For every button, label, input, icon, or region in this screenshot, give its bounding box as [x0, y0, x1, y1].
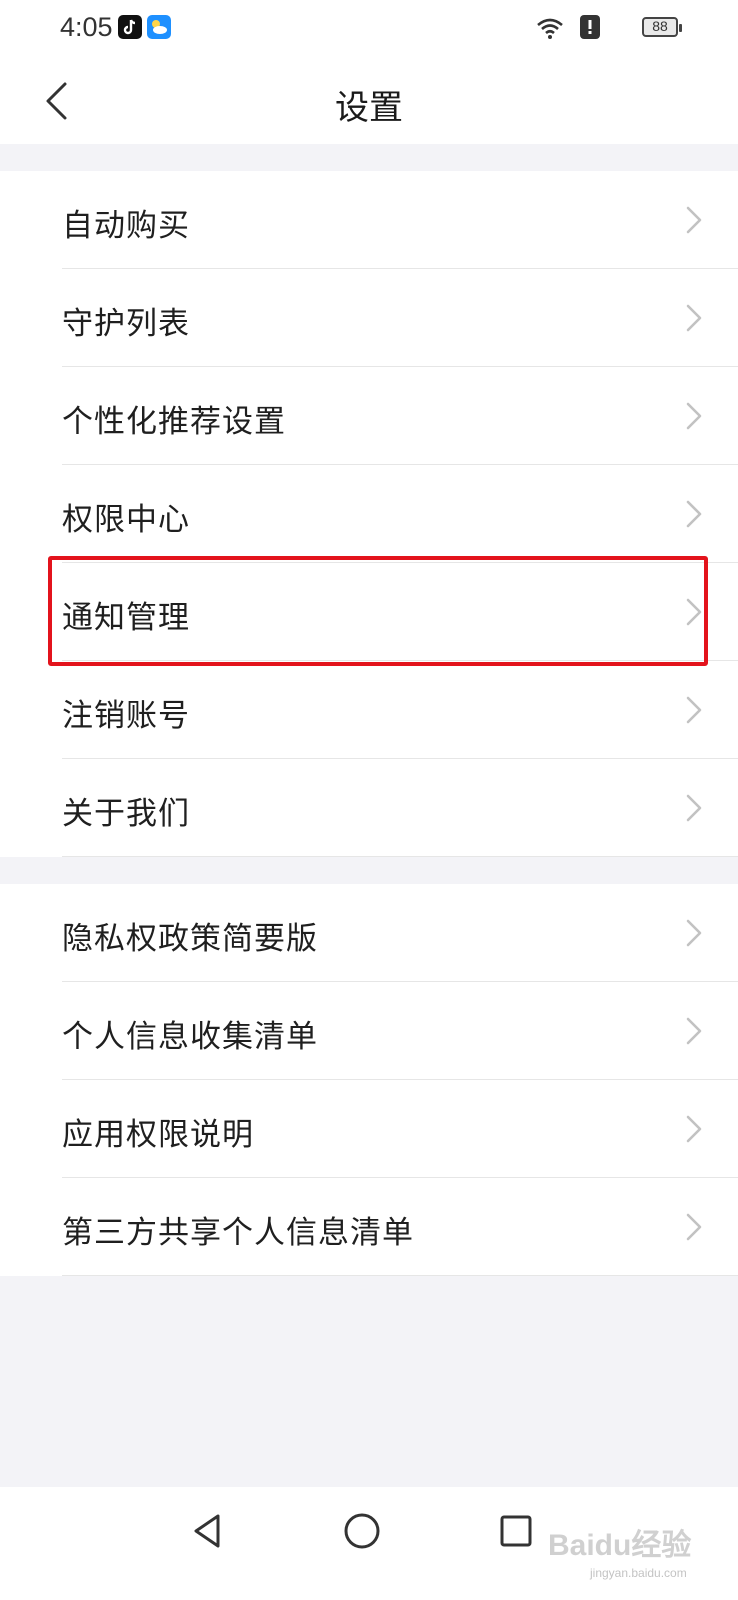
wifi-icon [536, 16, 564, 44]
weather-icon [147, 15, 171, 39]
watermark: Baidu经验 [548, 1529, 692, 1562]
chevron-right-icon [684, 303, 704, 333]
settings-item-about-us[interactable]: 关于我们 [0, 759, 738, 857]
settings-item-label: 关于我们 [62, 796, 190, 832]
settings-item-label: 自动购买 [62, 208, 190, 244]
settings-item-delete-account[interactable]: 注销账号 [0, 661, 738, 759]
alert-icon [580, 15, 600, 39]
divider [62, 1275, 738, 1276]
settings-item-label: 个人信息收集清单 [62, 1019, 318, 1055]
settings-item-label: 隐私权政策简要版 [62, 921, 318, 957]
chevron-right-icon [684, 695, 704, 725]
settings-item-personalized-recommendation[interactable]: 个性化推荐设置 [0, 367, 738, 465]
battery-level: 88 [652, 18, 668, 34]
watermark-url: jingyan.baidu.com [590, 1566, 687, 1580]
settings-item-personal-info-collection-list[interactable]: 个人信息收集清单 [0, 982, 738, 1080]
chevron-right-icon [684, 1016, 704, 1046]
chevron-right-icon [684, 1114, 704, 1144]
back-triangle-icon[interactable] [186, 1509, 230, 1553]
settings-group-2: 隐私权政策简要版 个人信息收集清单 应用权限说明 第三方共享个人信息清单 [0, 884, 738, 1276]
settings-item-third-party-sharing-list[interactable]: 第三方共享个人信息清单 [0, 1178, 738, 1276]
chevron-right-icon [684, 793, 704, 823]
settings-item-notification-management[interactable]: 通知管理 [0, 563, 738, 661]
settings-item-label: 权限中心 [62, 502, 190, 538]
settings-group-1: 自动购买 守护列表 个性化推荐设置 权限中心 通知管理 注销账号 关于我们 [0, 171, 738, 857]
header: 设置 [0, 58, 738, 144]
home-circle-icon[interactable] [340, 1509, 384, 1553]
status-time: 4:05 [60, 12, 113, 42]
settings-item-auto-purchase[interactable]: 自动购买 [0, 171, 738, 269]
battery-icon: 88 [642, 17, 682, 37]
settings-item-label: 应用权限说明 [62, 1117, 254, 1153]
settings-item-label: 第三方共享个人信息清单 [62, 1215, 414, 1251]
settings-item-permission-center[interactable]: 权限中心 [0, 465, 738, 563]
chevron-right-icon [684, 597, 704, 627]
settings-item-label: 个性化推荐设置 [62, 404, 286, 440]
page-title: 设置 [335, 88, 403, 128]
chevron-right-icon [684, 401, 704, 431]
settings-item-app-permission-description[interactable]: 应用权限说明 [0, 1080, 738, 1178]
tiktok-icon [118, 15, 142, 39]
settings-item-label: 守护列表 [62, 306, 190, 342]
settings-item-label: 通知管理 [62, 600, 190, 636]
recents-square-icon[interactable] [494, 1509, 538, 1553]
settings-item-privacy-policy-summary[interactable]: 隐私权政策简要版 [0, 884, 738, 982]
chevron-right-icon [684, 918, 704, 948]
settings-item-guard-list[interactable]: 守护列表 [0, 269, 738, 367]
divider [62, 856, 738, 857]
chevron-right-icon [684, 205, 704, 235]
settings-item-label: 注销账号 [62, 698, 190, 734]
chevron-right-icon [684, 499, 704, 529]
chevron-right-icon [684, 1212, 704, 1242]
status-bar: 4:05 88 [0, 0, 738, 58]
